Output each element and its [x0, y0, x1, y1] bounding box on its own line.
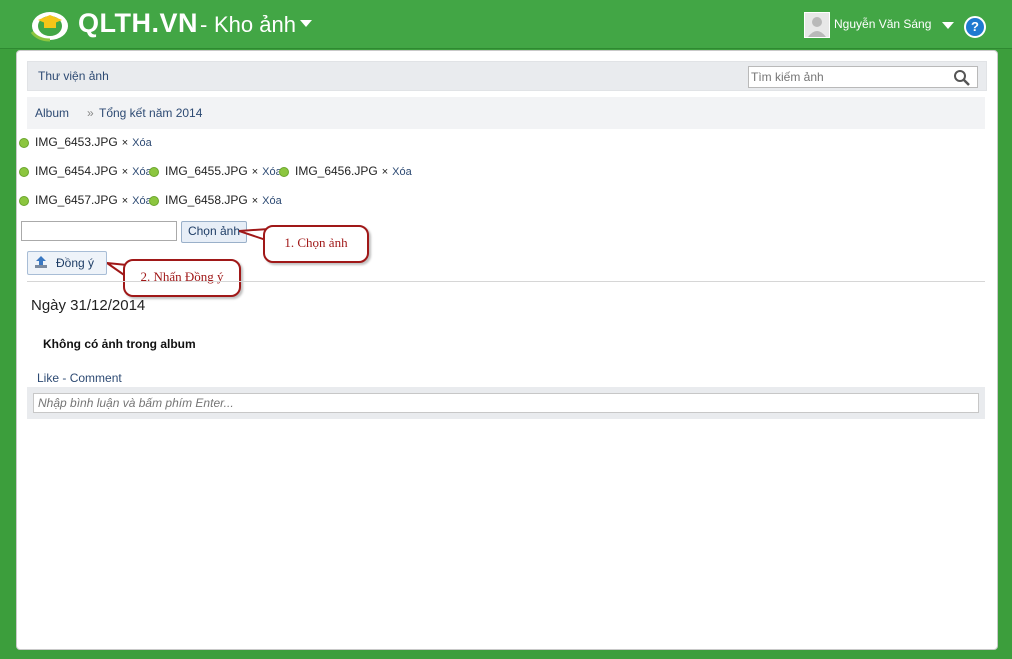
album-date: Ngày 31/12/2014: [31, 297, 146, 314]
upload-file-item: IMG_6458.JPG × Xóa: [149, 193, 282, 209]
status-dot-icon: [149, 195, 159, 206]
like-link[interactable]: Like: [37, 371, 59, 385]
module-title[interactable]: Kho ảnh: [214, 12, 296, 38]
breadcrumb-separator: »: [87, 106, 94, 120]
status-dot-icon: [19, 166, 29, 177]
upload-file-item: IMG_6457.JPG × Xóa: [19, 193, 152, 209]
file-name: IMG_6455.JPG: [165, 164, 248, 178]
top-bar: QLTH.VN - Kho ảnh Nguyễn Văn Sáng ?: [0, 0, 1012, 49]
status-dot-icon: [149, 166, 159, 177]
breadcrumb-album[interactable]: Album: [35, 106, 69, 120]
main-panel: Thư viện ảnh Album » Tổng kết năm 2014 I…: [16, 50, 998, 650]
search-box[interactable]: [748, 66, 978, 88]
panel-title[interactable]: Thư viện ảnh: [38, 69, 109, 83]
file-name: IMG_6457.JPG: [35, 193, 118, 207]
help-icon[interactable]: ?: [964, 16, 986, 38]
chevron-down-icon[interactable]: [300, 20, 312, 27]
remove-x-icon[interactable]: ×: [122, 166, 128, 178]
file-name: IMG_6458.JPG: [165, 193, 248, 207]
file-name: IMG_6453.JPG: [35, 135, 118, 149]
agree-button-label: Đồng ý: [56, 256, 95, 270]
qlth-logo-icon[interactable]: [28, 6, 72, 42]
file-name: IMG_6454.JPG: [35, 164, 118, 178]
remove-x-icon[interactable]: ×: [382, 166, 388, 178]
status-dot-icon: [19, 137, 29, 148]
upload-icon: [35, 256, 47, 268]
status-dot-icon: [19, 195, 29, 206]
delete-link[interactable]: Xóa: [132, 137, 152, 149]
callout-step-2: 2. Nhấn Đồng ý: [123, 259, 241, 297]
user-name[interactable]: Nguyễn Văn Sáng: [834, 17, 931, 31]
user-silhouette-icon: [808, 17, 826, 37]
empty-album-message: Không có ảnh trong album: [43, 337, 196, 351]
comment-area: [27, 387, 985, 419]
search-icon[interactable]: [953, 69, 971, 87]
remove-x-icon[interactable]: ×: [122, 195, 128, 207]
upload-file-item: IMG_6456.JPG × Xóa: [279, 164, 412, 180]
brand-name[interactable]: QLTH.VN: [78, 8, 198, 39]
remove-x-icon[interactable]: ×: [252, 166, 258, 178]
delete-link[interactable]: Xóa: [392, 166, 412, 178]
divider: [27, 281, 985, 282]
breadcrumb-current[interactable]: Tổng kết năm 2014: [99, 106, 202, 120]
search-input[interactable]: [749, 67, 943, 87]
callout-step-1: 1. Chọn ảnh: [263, 225, 369, 263]
comment-box[interactable]: [33, 393, 979, 413]
upload-file-item: IMG_6454.JPG × Xóa: [19, 164, 152, 180]
like-comment-separator: -: [59, 371, 70, 385]
status-dot-icon: [279, 166, 289, 177]
remove-x-icon[interactable]: ×: [252, 195, 258, 207]
panel-header: Thư viện ảnh: [27, 61, 987, 91]
remove-x-icon[interactable]: ×: [122, 137, 128, 149]
upload-file-item: IMG_6455.JPG × Xóa: [149, 164, 282, 180]
like-comment-bar: Like - Comment: [37, 371, 122, 385]
user-menu-chevron-down-icon[interactable]: [942, 22, 954, 29]
avatar[interactable]: [804, 12, 830, 38]
upload-file-item: IMG_6453.JPG × Xóa: [19, 135, 152, 151]
brand-separator: -: [200, 12, 208, 37]
breadcrumb: Album » Tổng kết năm 2014: [27, 97, 985, 129]
delete-link[interactable]: Xóa: [262, 195, 282, 207]
file-path-input[interactable]: [21, 221, 177, 241]
file-name: IMG_6456.JPG: [295, 164, 378, 178]
agree-button[interactable]: Đồng ý: [27, 251, 107, 275]
comment-input[interactable]: [34, 394, 972, 412]
comment-link[interactable]: Comment: [70, 371, 122, 385]
choose-photo-button[interactable]: Chọn ảnh: [181, 221, 247, 243]
